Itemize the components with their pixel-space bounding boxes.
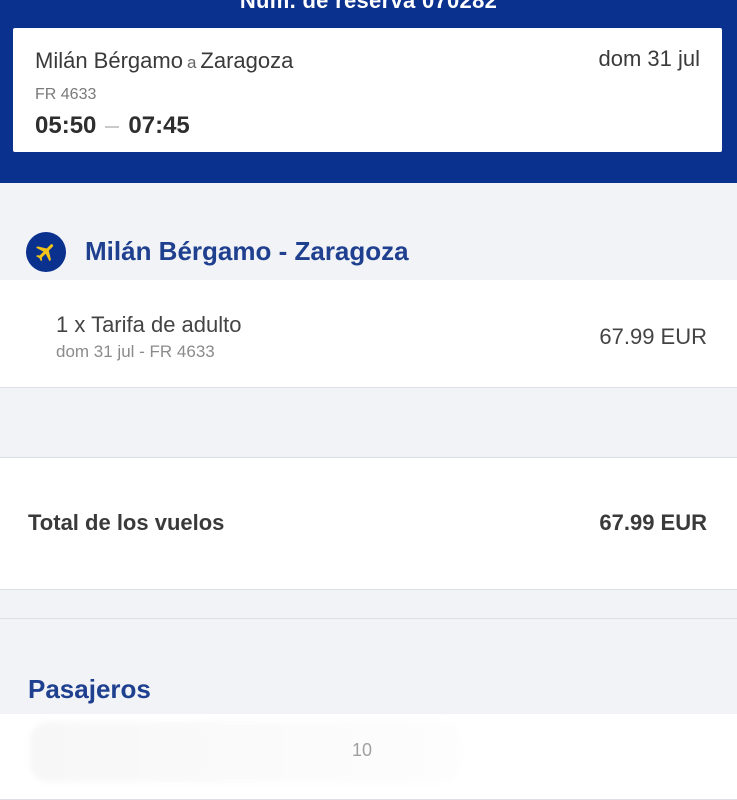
flight-section-header: Milán Bérgamo - Zaragoza: [0, 220, 737, 278]
flight-date: dom 31 jul: [598, 46, 700, 71]
passengers-section: Pasajeros: [0, 618, 737, 718]
flight-number: FR 4633: [35, 86, 97, 103]
flight-times: 05:50 07:45: [35, 112, 190, 140]
flight-summary-card[interactable]: Milán Bérgamo a Zaragoza dom 31 jul FR 463…: [13, 28, 722, 152]
fare-details: dom 31 jul - FR 4633: [56, 342, 215, 361]
booking-number-title: Núm. de reserva 070282: [239, 0, 498, 13]
passenger-fragment: 10: [352, 740, 373, 760]
fare-price: 67.99 EUR: [599, 324, 707, 349]
arrival-time: 07:45: [128, 112, 190, 139]
fare-label: 1 x Tarifa de adulto: [56, 312, 242, 337]
passenger-row[interactable]: 10: [0, 714, 737, 800]
route-connector: a: [186, 53, 197, 72]
time-separator: [105, 125, 120, 128]
flight-section-title: Milán Bérgamo - Zaragoza: [85, 236, 409, 266]
plane-icon: [26, 232, 66, 272]
total-label: Total de los vuelos: [28, 510, 225, 535]
departure-time: 05:50: [35, 112, 97, 139]
route: Milán Bérgamo a Zaragoza: [35, 48, 293, 74]
fare-row: 1 x Tarifa de adulto dom 31 jul - FR 463…: [0, 280, 737, 388]
total-row: Total de los vuelos 67.99 EUR: [0, 457, 737, 590]
passengers-title: Pasajeros: [28, 674, 151, 704]
total-price: 67.99 EUR: [599, 510, 707, 535]
destination: Zaragoza: [200, 48, 294, 73]
origin: Milán Bérgamo: [35, 48, 183, 73]
redacted-passenger-name: [30, 722, 460, 782]
booking-header: Núm. de reserva 070282 Milán Bérgamo a Zar…: [0, 0, 737, 183]
